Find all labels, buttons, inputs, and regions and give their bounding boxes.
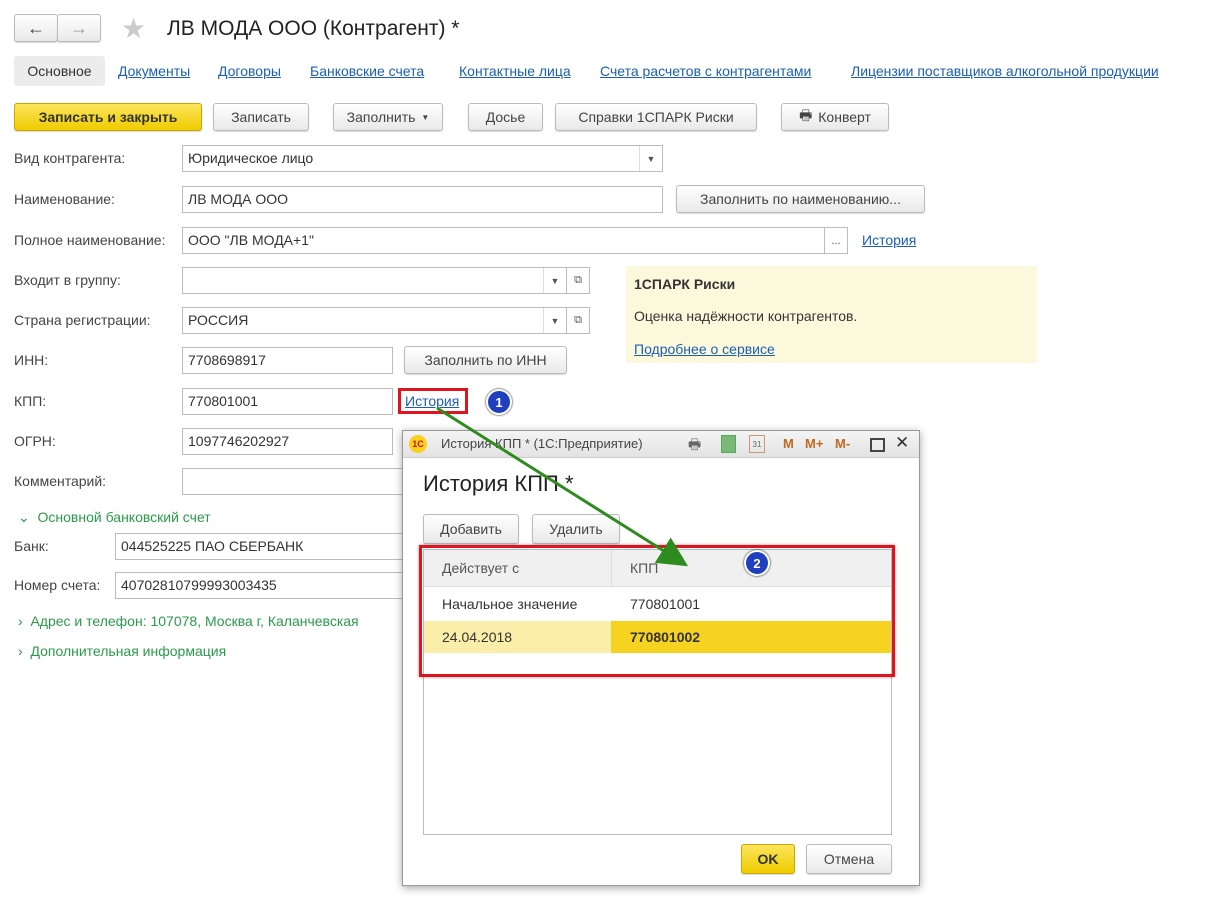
annotation-arrow	[436, 406, 689, 567]
